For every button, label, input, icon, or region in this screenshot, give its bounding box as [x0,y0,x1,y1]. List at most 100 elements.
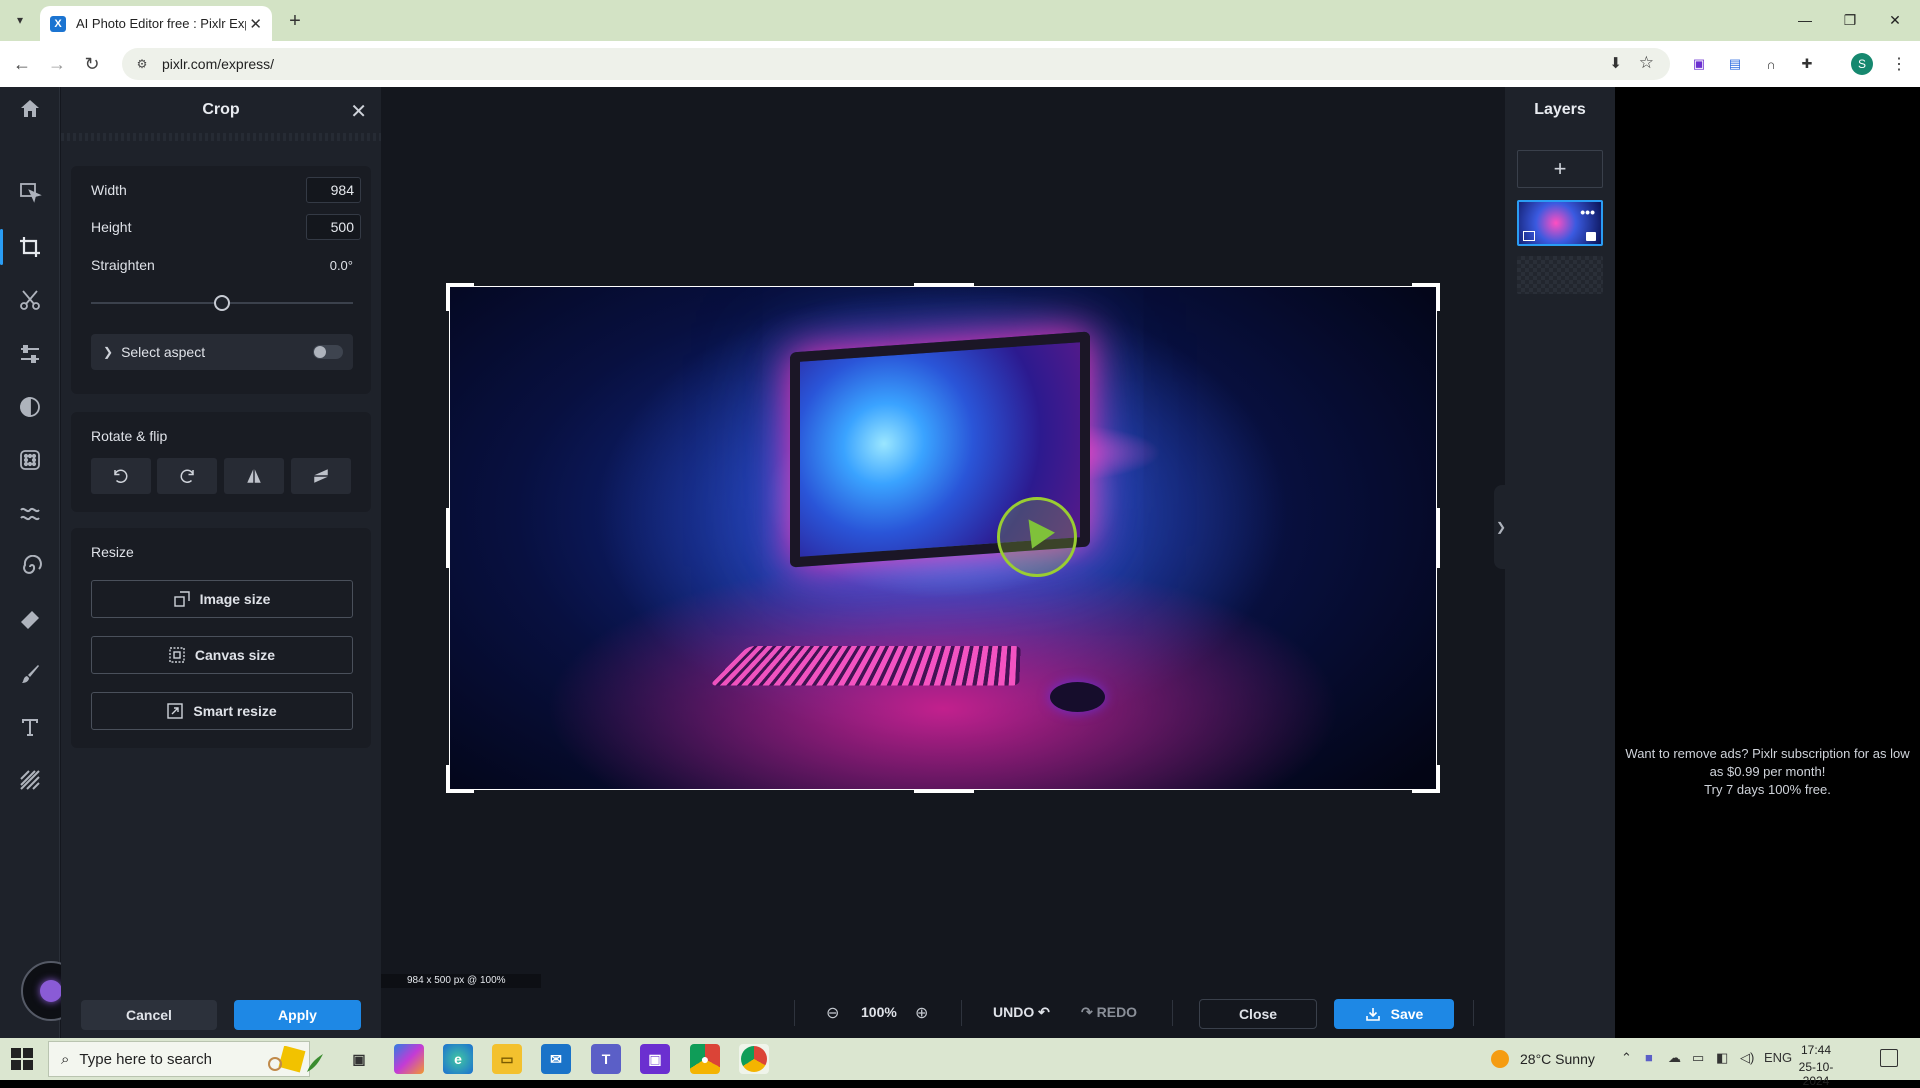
new-tab-plus-icon[interactable]: + [282,8,308,34]
smart-resize-button[interactable]: Smart resize [91,692,353,730]
browser-menu-kebab-icon[interactable]: ⋮ [1888,53,1910,75]
aspect-lock-toggle[interactable] [313,345,343,359]
window-restore-icon[interactable]: ❐ [1830,6,1870,34]
tray-cloud-icon[interactable]: ☁ [1668,1050,1681,1066]
undo-button[interactable]: UNDO ↶ [993,1004,1050,1021]
pinned-app-icon[interactable]: ▣ [640,1044,670,1074]
tray-chevron-up-icon[interactable]: ⌃ [1621,1050,1632,1066]
home-icon[interactable] [0,87,60,131]
close-button[interactable]: Close [1199,999,1317,1029]
clock-date[interactable]: 25-10-2024 [1786,1060,1846,1088]
canvas-workspace[interactable]: 984 x 500 px @ 100% [381,87,1505,988]
save-button[interactable]: Save [1334,999,1454,1029]
arrange-tool-icon[interactable] [0,171,60,215]
cancel-button[interactable]: Cancel [81,1000,217,1030]
extension-purple-icon[interactable]: ▣ [1688,53,1710,75]
windows-start-icon[interactable] [10,1047,34,1071]
teams-app-icon[interactable]: T [591,1044,621,1074]
chrome-profile-s-icon[interactable] [739,1044,769,1074]
pattern-hatch-icon[interactable] [0,758,60,802]
tray-battery-icon[interactable]: ▭ [1692,1050,1704,1066]
crop-handle-left[interactable] [446,508,450,568]
copilot-app-icon[interactable] [394,1044,424,1074]
cutout-scissors-icon[interactable] [0,278,60,322]
crop-panel-header: Crop ✕ [61,87,381,133]
liquify-icon[interactable] [0,492,60,536]
reload-icon[interactable]: ↻ [79,51,105,77]
text-tool-icon[interactable] [0,705,60,749]
heal-bandage-icon[interactable] [0,598,60,642]
browser-tab-pixlr[interactable]: X AI Photo Editor free : Pixlr Express ✕ [40,6,272,41]
divider [1172,1000,1173,1026]
weather-text[interactable]: 28°C Sunny [1520,1051,1595,1067]
canvas-size-button[interactable]: Canvas size [91,636,353,674]
flip-vertical-button[interactable] [291,458,351,494]
empty-layer-slot[interactable] [1517,256,1603,294]
image-size-button[interactable]: Image size [91,580,353,618]
undo-arrow-icon: ↶ [1038,1004,1050,1020]
layer-thumbnail[interactable]: ••• [1517,200,1603,246]
install-app-icon[interactable]: ⬇ [1609,54,1622,72]
extension-doc-icon[interactable]: ▤ [1724,53,1746,75]
flip-horizontal-button[interactable] [224,458,284,494]
adjust-sliders-icon[interactable] [0,332,60,376]
effects-grid-icon[interactable] [0,438,60,482]
window-minimize-icon[interactable]: — [1785,6,1825,34]
rotate-right-button[interactable] [157,458,217,494]
crop-selection-frame[interactable] [446,283,1440,793]
swirl-distort-icon[interactable] [0,545,60,589]
zoom-in-icon[interactable]: ⊕ [915,1003,928,1023]
crop-handle-right[interactable] [1436,508,1440,568]
select-aspect-row[interactable]: ❯ Select aspect [91,334,353,370]
layers-title: Layers [1534,101,1586,118]
tray-volume-icon[interactable]: ◁) [1740,1050,1754,1066]
width-input[interactable] [306,177,361,203]
window-close-icon[interactable]: ✕ [1875,6,1915,34]
crop-handle-top[interactable] [914,283,974,287]
back-arrow-icon[interactable]: ← [9,51,35,77]
mail-app-icon[interactable]: ✉ [541,1044,571,1074]
draw-brush-icon[interactable] [0,652,60,696]
straighten-slider-thumb[interactable] [214,295,230,311]
url-omnibox[interactable]: ⚙ pixlr.com/express/ ⬇ ☆ [122,48,1670,80]
tab-search-dropdown-icon[interactable]: ▾ [8,8,32,32]
taskbar-search-box[interactable]: ⌕ Type here to search [48,1041,323,1077]
crop-handle-top-left[interactable] [446,283,474,311]
extensions-puzzle-icon[interactable]: ✚ [1796,53,1818,75]
add-layer-plus-icon[interactable]: + [1517,150,1603,188]
clock-time[interactable]: 17:44 [1786,1043,1846,1057]
chevron-right-icon: ❯ [103,345,114,359]
layer-lock-icon[interactable] [1586,232,1596,241]
tray-network-icon[interactable]: ◧ [1716,1050,1728,1066]
tray-teams-icon[interactable]: ■ [1645,1050,1653,1065]
tab-title: AI Photo Editor free : Pixlr Express [76,16,246,31]
zoom-level[interactable]: 100% [861,1004,897,1020]
remove-ads-message[interactable]: Want to remove ads? Pixlr subscription f… [1625,745,1910,799]
extension-arc-icon[interactable]: ∩ [1760,53,1782,75]
site-info-icon[interactable]: ⚙ [134,56,150,72]
crop-handle-top-right[interactable] [1412,283,1440,311]
crop-handle-bottom-right[interactable] [1412,765,1440,793]
forward-arrow-icon[interactable]: → [44,51,70,77]
filter-contrast-icon[interactable] [0,385,60,429]
height-input[interactable] [306,214,361,240]
profile-avatar[interactable]: S [1851,53,1873,75]
crop-tool-icon[interactable] [0,225,60,269]
layer-more-options-icon[interactable]: ••• [1580,204,1595,220]
crop-handle-bottom-left[interactable] [446,765,474,793]
chrome-profile-a-icon[interactable]: ● [690,1044,720,1074]
redo-button[interactable]: ↷ REDO [1081,1004,1137,1021]
file-explorer-icon[interactable]: ▭ [492,1044,522,1074]
apply-button[interactable]: Apply [234,1000,361,1030]
zoom-out-icon[interactable]: ⊖ [826,1003,839,1023]
bookmark-star-icon[interactable]: ☆ [1639,53,1654,73]
notification-center-icon[interactable] [1880,1049,1898,1067]
crop-handle-bottom[interactable] [914,789,974,793]
weather-sun-icon[interactable] [1491,1050,1509,1068]
url-text[interactable]: pixlr.com/express/ [162,56,274,72]
task-view-icon[interactable]: ▣ [344,1044,374,1074]
close-icon[interactable]: ✕ [350,99,367,124]
rotate-left-button[interactable] [91,458,151,494]
edge-browser-icon[interactable]: e [443,1044,473,1074]
tab-close-icon[interactable]: ✕ [249,15,262,33]
